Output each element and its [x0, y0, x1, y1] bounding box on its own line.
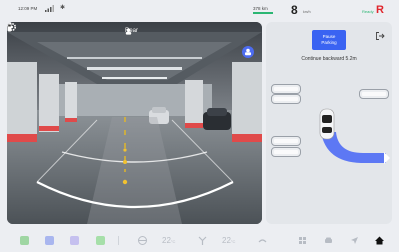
steering-wheel-icon[interactable]	[137, 235, 148, 246]
app-icon-purple[interactable]	[70, 236, 79, 245]
navigation-icon[interactable]	[349, 235, 360, 246]
temp-right-unit: °C	[230, 239, 236, 244]
range-readout: 378 km	[253, 6, 268, 11]
seat-heat-icon[interactable]	[257, 235, 268, 246]
speed-value: 8	[291, 3, 298, 17]
app-icon-green-2[interactable]	[96, 236, 105, 245]
car-icon[interactable]	[323, 235, 334, 246]
bluetooth-icon: ✱	[60, 5, 66, 11]
temp-left[interactable]: 22°C	[162, 236, 175, 245]
car-top-icon[interactable]	[7, 22, 12, 32]
camera-view-icon	[245, 48, 251, 56]
temp-left-unit: °C	[170, 239, 176, 244]
home-icon[interactable]	[374, 235, 385, 246]
gear-indicator: R	[376, 4, 384, 16]
status-bar: 12:09 PM ✱ 378 km 8 km/h Ready R	[0, 0, 399, 20]
ego-car-icon	[319, 108, 335, 140]
temp-left-value: 22	[162, 236, 171, 245]
garage-scene	[7, 22, 262, 224]
temp-right-value: 22	[222, 236, 231, 245]
speed-unit: km/h	[303, 10, 311, 14]
camera-selector[interactable]: Rear	[125, 28, 138, 35]
parking-panel: Pause Parking Continue backward 5.2m	[266, 22, 392, 224]
clock: 12:09 PM	[18, 6, 38, 11]
app-icon-green[interactable]	[20, 236, 29, 245]
fan-icon[interactable]	[197, 235, 208, 246]
temp-right[interactable]: 22°C	[222, 236, 235, 245]
bottom-dock: 22°C 22°C	[0, 228, 399, 252]
signal-icon	[45, 5, 54, 12]
app-icon-blue[interactable]	[45, 236, 54, 245]
dock-divider	[118, 236, 119, 245]
camera-view-button[interactable]	[242, 46, 254, 58]
battery-bar	[253, 12, 273, 14]
rear-camera-view: Rear	[7, 22, 262, 224]
camera-icon	[125, 28, 132, 35]
apps-grid-icon[interactable]	[297, 235, 308, 246]
ready-indicator: Ready	[362, 9, 374, 14]
parking-screen: 12:09 PM ✱ 378 km 8 km/h Ready R Rear Pa…	[0, 0, 399, 252]
